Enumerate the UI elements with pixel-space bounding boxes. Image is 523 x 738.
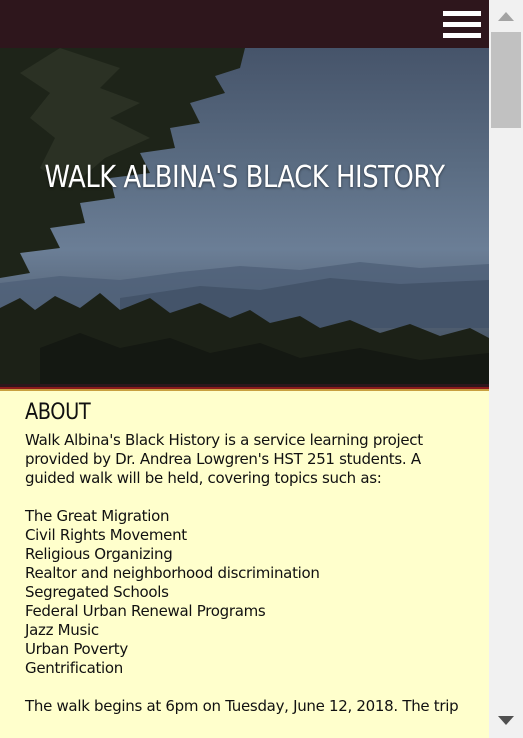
walk-details: The walk begins at 6pm on Tuesday, June … (25, 697, 459, 715)
topic-item: Segregated Schools (25, 583, 169, 601)
topic-item: Realtor and neighborhood discrimination (25, 564, 320, 582)
topic-item: Religious Organizing (25, 545, 173, 563)
hamburger-menu-icon[interactable] (443, 11, 481, 38)
about-section: ABOUT Walk Albina's Black History is a s… (25, 400, 465, 716)
vertical-scrollbar[interactable] (489, 0, 523, 738)
hero-banner: WALK ALBINA'S BLACK HISTORY (0, 48, 489, 384)
page-content: WALK ALBINA'S BLACK HISTORY ABOUT Walk A… (0, 0, 489, 738)
page: WALK ALBINA'S BLACK HISTORY ABOUT Walk A… (0, 0, 523, 738)
top-nav-bar (0, 0, 489, 48)
topic-item: Urban Poverty (25, 640, 128, 658)
menu-line (443, 11, 481, 16)
scroll-up-arrow-icon[interactable] (498, 12, 514, 21)
topic-item: The Great Migration (25, 507, 170, 525)
about-heading: ABOUT (25, 400, 91, 425)
hero-title: WALK ALBINA'S BLACK HISTORY (44, 160, 445, 195)
topics-list: The Great Migration Civil Rights Movemen… (25, 507, 465, 678)
about-intro: Walk Albina's Black History is a service… (25, 431, 423, 487)
topic-item: Jazz Music (25, 621, 99, 639)
scrollbar-thumb[interactable] (491, 32, 521, 128)
divider-stripe-gold (0, 389, 489, 391)
topic-item: Civil Rights Movement (25, 526, 187, 544)
scroll-down-arrow-icon[interactable] (498, 716, 514, 725)
topic-item: Federal Urban Renewal Programs (25, 602, 266, 620)
topic-item: Gentrification (25, 659, 123, 677)
menu-line (443, 22, 481, 27)
menu-line (443, 33, 481, 38)
hero-landscape-image (0, 48, 489, 384)
